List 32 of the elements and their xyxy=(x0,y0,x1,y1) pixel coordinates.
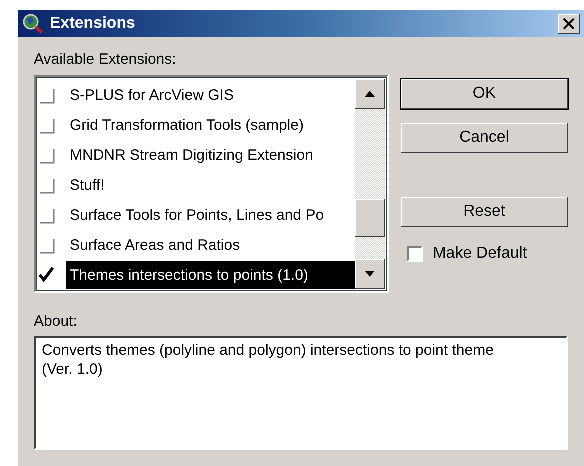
globe-magnifier-icon xyxy=(22,12,44,34)
extension-item[interactable]: Themes intersections to points (1.0) xyxy=(66,261,355,289)
about-label: About: xyxy=(34,313,78,330)
dialog-button[interactable]: Reset xyxy=(400,197,568,227)
extension-item[interactable]: Grid Transformation Tools (sample) xyxy=(66,111,308,139)
list-label: Available Extensions: xyxy=(34,51,176,68)
checkbox-icon[interactable] xyxy=(38,116,56,134)
extension-item[interactable]: Stuff! xyxy=(66,171,109,199)
checkbox-icon[interactable] xyxy=(38,236,56,254)
scroll-thumb[interactable] xyxy=(354,199,385,238)
close-icon xyxy=(563,18,575,30)
about-text-box: Converts themes (polyline and polygon) intersections to point theme (Ver. 1.0) xyxy=(34,336,568,450)
dialog-button[interactable]: Cancel xyxy=(400,123,568,153)
checkbox-icon[interactable] xyxy=(38,146,56,164)
checkbox-icon[interactable] xyxy=(38,176,56,194)
checkbox[interactable] xyxy=(406,246,423,262)
scroll-up-button[interactable] xyxy=(354,79,385,109)
window-title: Extensions xyxy=(50,14,136,32)
scrollbar[interactable] xyxy=(354,79,385,289)
scroll-down-button[interactable] xyxy=(354,259,385,289)
checkbox-icon[interactable] xyxy=(38,206,56,224)
checkbox-icon[interactable] xyxy=(38,86,56,104)
extension-item[interactable]: MNDNR Stream Digitizing Extension xyxy=(66,141,318,169)
down-arrow-icon xyxy=(364,271,375,277)
close-button[interactable] xyxy=(558,14,580,34)
checkbox-label: Make Default xyxy=(432,245,528,263)
extension-item[interactable]: Surface Tools for Points, Lines and Po xyxy=(66,201,328,229)
extension-item[interactable]: S-PLUS for ArcView GIS xyxy=(66,81,238,109)
up-arrow-icon xyxy=(364,91,375,97)
checkmark-icon[interactable] xyxy=(38,266,56,284)
dialog-button[interactable]: OK xyxy=(400,79,568,109)
extension-item[interactable]: Surface Areas and Ratios xyxy=(66,231,244,259)
